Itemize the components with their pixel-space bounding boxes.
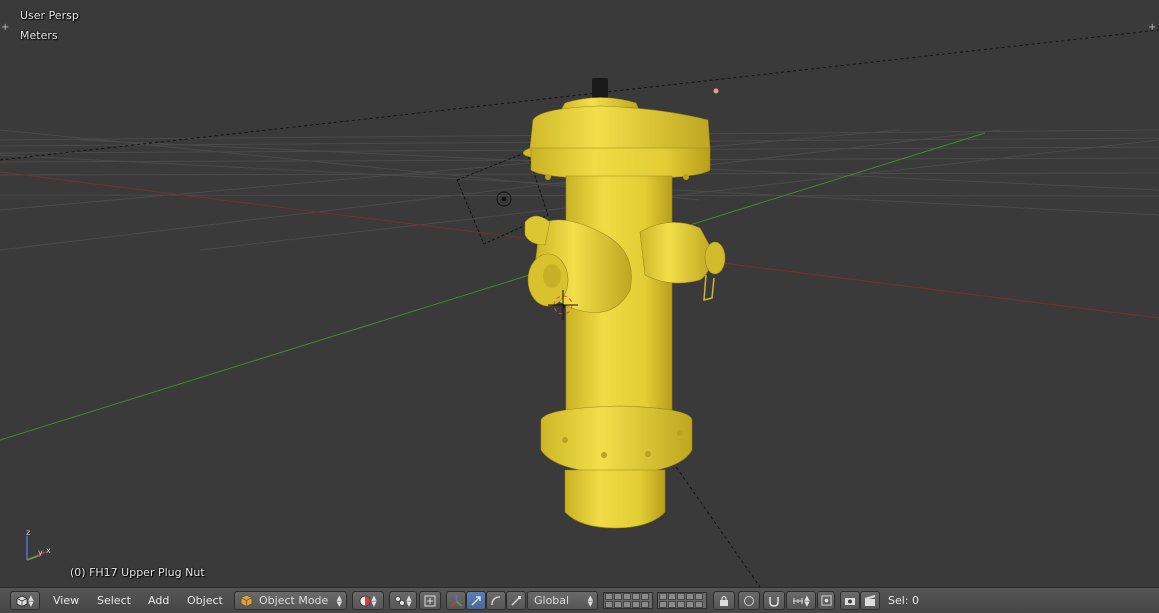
object-mode-cube-icon — [240, 594, 253, 607]
orientation-label: Global — [534, 594, 570, 607]
lock-layer-icon — [720, 595, 728, 606]
dropdown-arrows-icon: ▲ ▼ — [336, 593, 342, 608]
pivot-manipulate-center-button[interactable] — [419, 591, 441, 610]
scene-canvas[interactable]: z y x — [0, 0, 1159, 587]
object-menu[interactable]: Object — [187, 594, 223, 607]
units-label: Meters — [20, 29, 58, 42]
add-menu[interactable]: Add — [148, 594, 169, 607]
scale-manipulator-button[interactable] — [506, 591, 526, 610]
snap-target-button[interactable] — [817, 591, 835, 610]
fire-hydrant-mesh[interactable] — [523, 78, 726, 529]
proportional-edit-icon — [744, 595, 754, 606]
svg-text:z: z — [26, 528, 30, 537]
pivot-icon — [395, 595, 406, 606]
layer-buttons-group-2[interactable] — [657, 592, 707, 609]
viewport-shading-button[interactable]: ▲ ▼ — [352, 591, 384, 610]
view-menu[interactable]: View — [53, 594, 79, 607]
lamp-point[interactable] — [713, 88, 719, 94]
snap-toggle-button[interactable] — [763, 591, 785, 610]
select-menu[interactable]: Select — [97, 594, 131, 607]
rotate-arc-icon — [491, 595, 501, 605]
cube-icon — [16, 595, 28, 607]
selection-count: Sel: 0 — [888, 594, 920, 607]
axis-gizmo: z y x — [26, 528, 51, 561]
region-split-plus-icon[interactable]: + — [1148, 23, 1156, 33]
snap-increment-icon — [793, 597, 804, 604]
render-animation-button[interactable] — [860, 591, 880, 610]
translate-manipulator-button[interactable] — [466, 591, 486, 610]
svg-text:y: y — [38, 548, 43, 557]
snap-element-selector[interactable]: ▲ ▼ — [786, 591, 816, 610]
dropdown-arrows-icon: ▲ ▼ — [587, 593, 593, 608]
snap-target-icon — [820, 595, 832, 606]
dropdown-arrows-icon: ▲ ▼ — [406, 593, 412, 608]
manipulator-toggle-button[interactable] — [446, 591, 466, 610]
mode-label: Object Mode — [259, 594, 329, 607]
mode-selector[interactable]: Object Mode ▲ ▼ — [234, 591, 347, 610]
proportional-edit-button[interactable] — [738, 591, 760, 610]
magnet-icon — [769, 596, 779, 607]
scale-arrow-icon — [511, 595, 521, 605]
clapper-render-icon — [864, 594, 876, 606]
render-still-button[interactable] — [840, 591, 860, 610]
editor-type-button[interactable]: ▲ ▼ — [10, 591, 40, 610]
layer-buttons-group-1[interactable] — [603, 592, 653, 609]
svg-text:x: x — [46, 546, 51, 555]
transform-orientation-selector[interactable]: Global ▲ ▼ — [527, 591, 598, 610]
center-points-icon — [424, 595, 436, 606]
solid-sphere-icon — [359, 595, 371, 606]
3d-viewport[interactable]: z y x User Persp Meters (0) FH17 Upper P… — [0, 0, 1159, 587]
dropdown-arrows-icon: ▲ ▼ — [28, 593, 34, 608]
active-object-info: (0) FH17 Upper Plug Nut — [70, 566, 205, 579]
rotate-manipulator-button[interactable] — [486, 591, 506, 610]
region-split-plus-icon[interactable]: + — [1, 23, 9, 33]
dropdown-arrows-icon: ▲ ▼ — [804, 593, 810, 608]
pivot-point-button[interactable]: ▲ ▼ — [389, 591, 417, 610]
manipulator-axes-icon — [450, 595, 462, 607]
lock-layers-button[interactable] — [713, 591, 735, 610]
translate-arrow-icon — [471, 595, 481, 605]
camera-render-icon — [845, 597, 855, 605]
dropdown-arrows-icon: ▲ ▼ — [371, 593, 377, 608]
3d-view-header: ▲ ▼ View Select Add Object Object Mode ▲ ▼… — [0, 587, 1159, 613]
view-name-label: User Persp — [20, 9, 79, 22]
